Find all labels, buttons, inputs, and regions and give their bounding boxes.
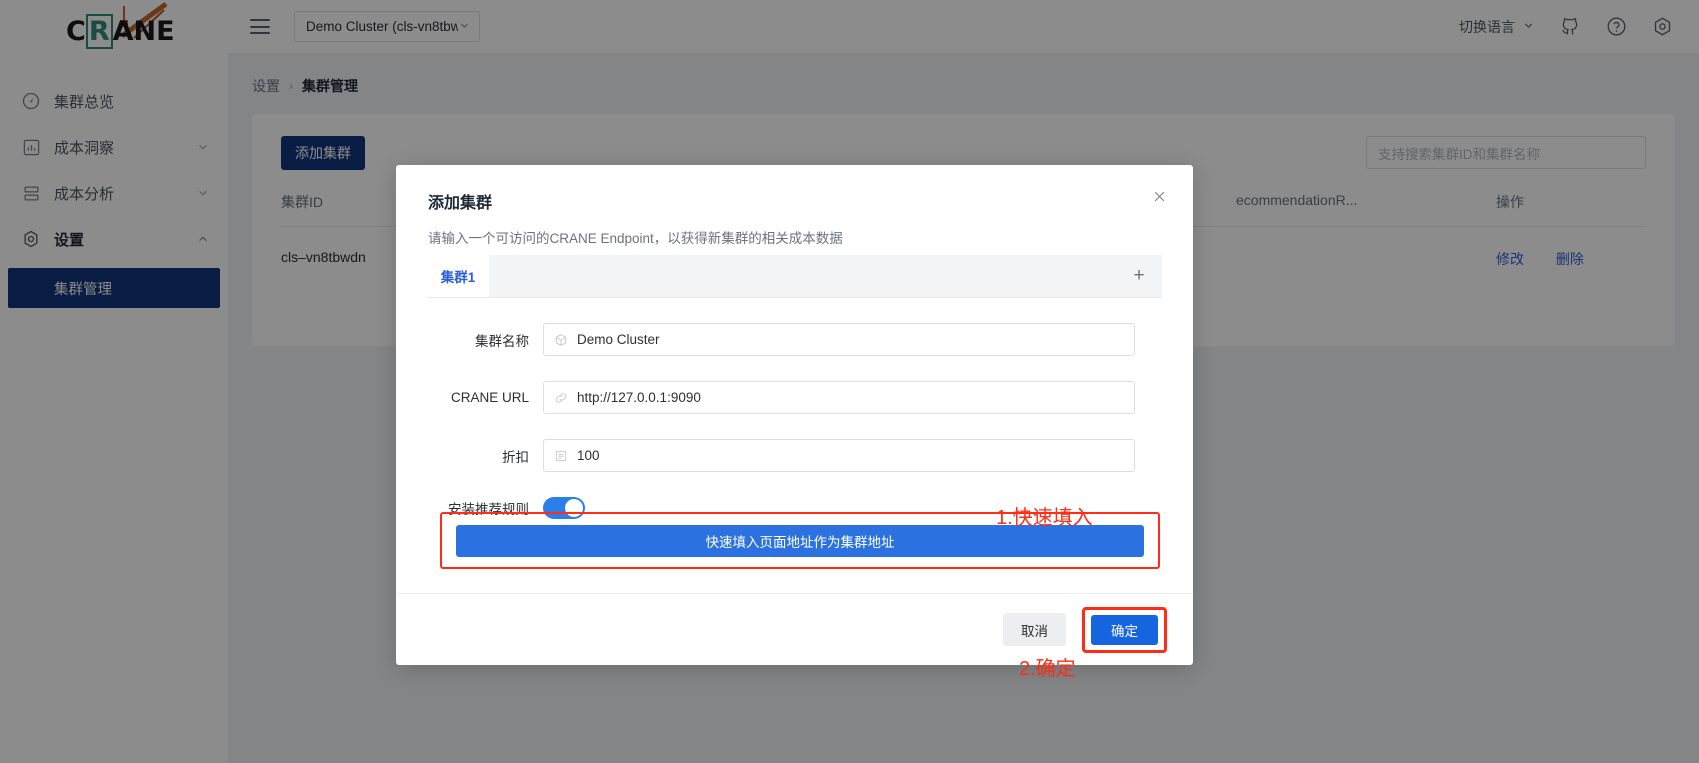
cluster-name-input[interactable]: Demo Cluster — [543, 323, 1135, 356]
app-root: C R ANE 集群总览 成本洞察 成本分析 设置 集群管理 Demo Clus… — [0, 0, 1699, 763]
discount-input[interactable]: 100 — [543, 439, 1135, 472]
confirm-button[interactable]: 确定 — [1091, 614, 1158, 645]
add-cluster-dialog: 添加集群 请输入一个可访问的CRANE Endpoint，以获得新集群的相关成本… — [396, 165, 1193, 665]
cube-icon — [554, 333, 568, 347]
field-value: http://127.0.0.1:9090 — [577, 390, 701, 405]
close-icon[interactable] — [1148, 185, 1170, 207]
field-value: Demo Cluster — [577, 332, 660, 347]
plus-icon[interactable]: + — [1116, 255, 1162, 297]
dialog-title: 添加集群 — [428, 195, 493, 212]
cluster-form: 集群名称 Demo Cluster CRANE URL http://127.0… — [427, 298, 1162, 519]
field-crane-url: CRANE URL http://127.0.0.1:9090 — [427, 381, 1162, 414]
annotation-step-2: 2.确定 — [1019, 658, 1076, 680]
field-label: 折扣 — [502, 449, 529, 465]
field-value: 100 — [577, 448, 600, 463]
crane-url-input[interactable]: http://127.0.0.1:9090 — [543, 381, 1135, 414]
tab-cluster-1[interactable]: 集群1 — [427, 255, 489, 297]
cancel-button[interactable]: 取消 — [1003, 613, 1066, 646]
field-label: 集群名称 — [475, 333, 529, 349]
confirm-highlight-box: 确定 — [1082, 606, 1167, 653]
tab-label: 集群1 — [440, 270, 476, 285]
link-icon — [554, 391, 568, 405]
list-icon — [554, 449, 568, 463]
dialog-description: 请输入一个可访问的CRANE Endpoint，以获得新集群的相关成本数据 — [428, 231, 843, 246]
annotation-step-1: 1.快速填入 — [996, 507, 1093, 529]
field-cluster-name: 集群名称 Demo Cluster — [427, 323, 1162, 356]
field-discount: 折扣 100 — [427, 439, 1162, 472]
field-label: CRANE URL — [450, 390, 529, 405]
cluster-tabbar: 集群1 + — [427, 255, 1162, 298]
